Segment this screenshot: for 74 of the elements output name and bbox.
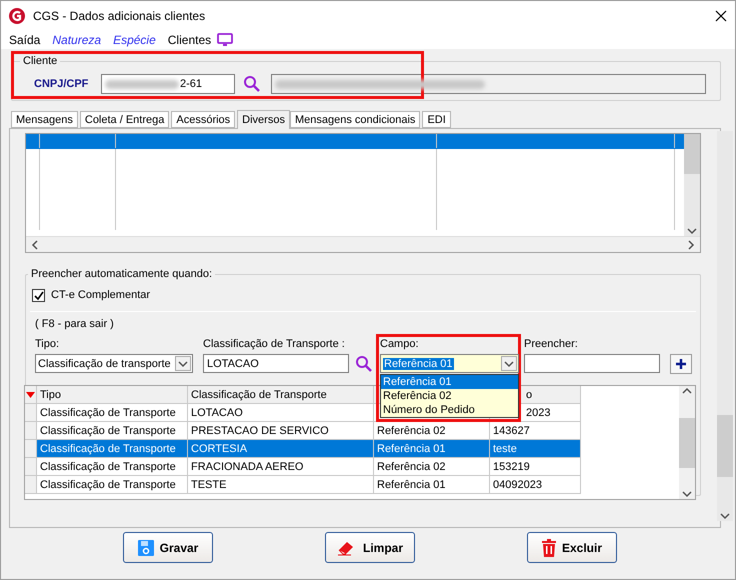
tab[interactable]: Acessórios: [171, 111, 236, 128]
table-cell: 04092023: [490, 476, 581, 494]
table-cell: Referência 01: [374, 476, 490, 494]
hint-text: ( F8 - para sair ): [35, 318, 115, 331]
menu-item[interactable]: Clientes: [168, 33, 212, 47]
action-button[interactable]: Gravar: [123, 532, 213, 563]
scroll-thumb[interactable]: [679, 418, 695, 468]
table-cell: Classificação de Transporte: [37, 422, 188, 440]
table-cell: Classificação de Transporte: [37, 404, 188, 422]
client-name-field[interactable]: [271, 74, 706, 94]
caret-icon[interactable]: [504, 358, 514, 368]
table-cell: PRESTACAO DE SERVICO: [188, 422, 374, 440]
field-label: Preencher:: [524, 338, 579, 351]
table-cell: Classificação de Transporte: [37, 476, 188, 494]
group-legend: Preencher automaticamente quando:: [28, 268, 216, 281]
dropdown-option[interactable]: Referência 01: [381, 375, 518, 389]
table-row[interactable]: Classificação de Transporte FRACIONADA AEREO Referência 02 153219: [25, 458, 679, 476]
field-dropdown[interactable]: Referência 01: [380, 354, 519, 373]
menu-item[interactable]: Natureza: [52, 33, 102, 47]
tab[interactable]: Coleta / Entrega: [80, 111, 170, 128]
table-row[interactable]: Classificação de Transporte PRESTACAO DE SERVICO Referência 02 143627: [25, 422, 679, 440]
table-row[interactable]: Classificação de Transporte CORTESIA Referência 01 teste: [25, 440, 679, 458]
scroll-thumb[interactable]: [717, 415, 733, 477]
action-button[interactable]: Limpar: [325, 532, 415, 563]
action-button[interactable]: Excluir: [527, 532, 617, 563]
type-dropdown[interactable]: Classificação de transporte: [35, 354, 193, 373]
table-cell: Referência 02: [374, 422, 490, 440]
caret-icon[interactable]: [178, 358, 188, 368]
scroll-down-icon[interactable]: [682, 489, 692, 499]
classification-field[interactable]: LOTACAO: [203, 354, 349, 373]
table-cell: FRACIONADA AEREO: [188, 458, 374, 476]
table-cell: LOTACAO: [188, 404, 374, 422]
scroll-down-icon[interactable]: [720, 511, 730, 521]
close-icon[interactable]: [715, 10, 727, 22]
table-cell: teste: [490, 440, 581, 458]
scroll-right-icon[interactable]: [686, 240, 696, 250]
search-icon[interactable]: [355, 355, 373, 373]
tab[interactable]: Diversos: [237, 110, 290, 129]
scroll-up-icon[interactable]: [682, 386, 692, 396]
table-cell: Referência 01: [374, 440, 490, 458]
table-cell: Referência 02: [374, 458, 490, 476]
table-cell: 143627: [490, 422, 581, 440]
checkbox[interactable]: [32, 289, 45, 302]
scroll-left-icon[interactable]: [30, 240, 40, 250]
field-label: CNPJ/CPF: [33, 78, 90, 90]
sort-arrow-icon: [26, 392, 35, 398]
table-cell: Classificação de Transporte: [37, 440, 188, 458]
trash-icon: [542, 538, 556, 556]
search-icon[interactable]: [243, 75, 261, 93]
add-button[interactable]: [670, 354, 692, 374]
menu-item[interactable]: Espécie: [113, 33, 156, 47]
field-label: Classificação de Transporte :: [203, 338, 346, 351]
tab[interactable]: Mensagens: [11, 111, 78, 128]
column-header[interactable]: Classificação de Transporte: [188, 386, 374, 404]
app-logo-icon: [9, 8, 25, 24]
menu-item[interactable]: Saída: [9, 33, 40, 47]
table-cell: Classificação de Transporte: [37, 458, 188, 476]
scroll-down-icon[interactable]: [687, 226, 697, 236]
monitor-icon[interactable]: [217, 33, 234, 47]
table-cell: CORTESIA: [188, 440, 374, 458]
scroll-thumb[interactable]: [684, 134, 700, 174]
tab[interactable]: Mensagens condicionais: [290, 111, 420, 128]
tab[interactable]: EDI: [422, 111, 451, 128]
cnpj-field[interactable]: 2-61: [101, 74, 235, 94]
fill-field[interactable]: [524, 354, 660, 373]
table-cell: 153219: [490, 458, 581, 476]
window-title: CGS - Dados adicionais clientes: [33, 9, 206, 23]
table-row[interactable]: Classificação de Transporte TESTE Referência 01 04092023: [25, 476, 679, 494]
table-cell: TESTE: [188, 476, 374, 494]
plus-icon: [676, 359, 686, 369]
checkbox-label: CT-e Complementar: [51, 289, 150, 302]
field-label: Tipo:: [35, 338, 60, 351]
field-label: Campo:: [380, 338, 420, 351]
column-header[interactable]: Tipo: [37, 386, 188, 404]
